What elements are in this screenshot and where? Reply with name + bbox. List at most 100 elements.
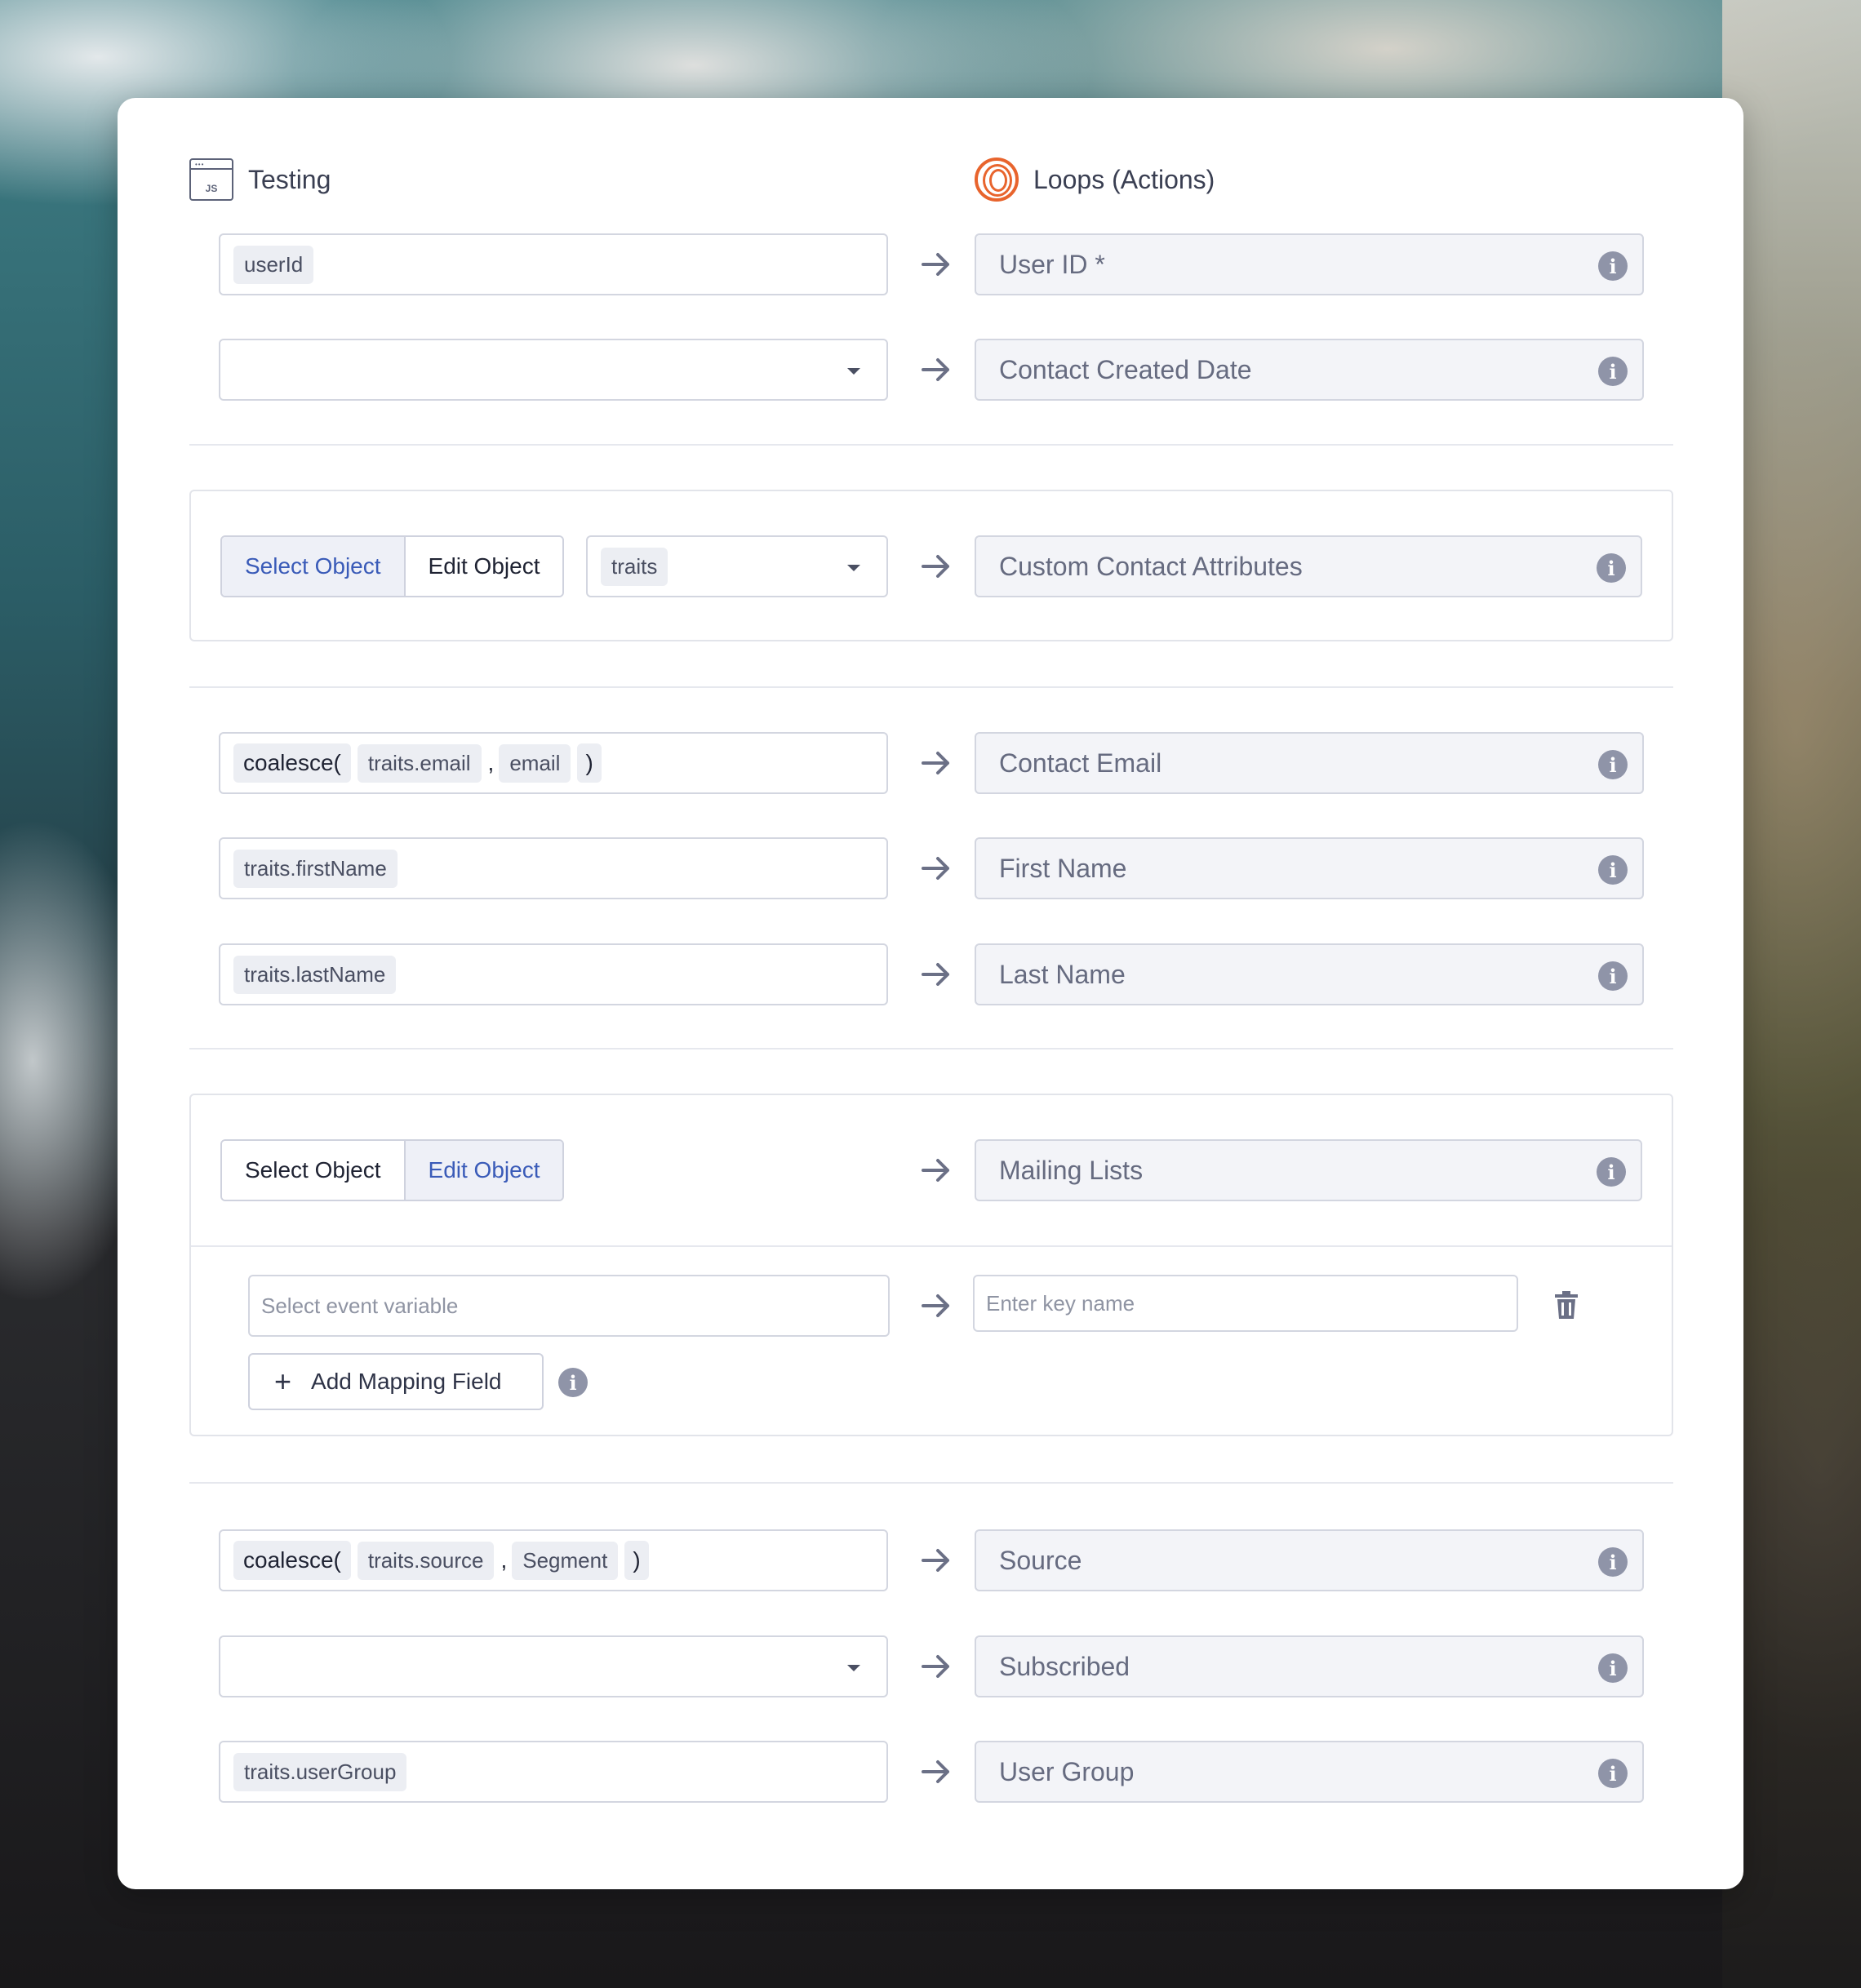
add-mapping-field-button[interactable]: + Add Mapping Field (248, 1353, 544, 1410)
target-field: Source i (975, 1529, 1644, 1591)
mapping-row-mailing-lists: Select Object Edit Object Mailing Lists … (118, 1139, 1743, 1201)
section-divider (189, 686, 1673, 688)
target-label: Source (999, 1545, 1082, 1575)
mapping-row-subscribed: Subscribed i (118, 1635, 1743, 1697)
source-field[interactable]: traits.lastName (219, 943, 888, 1005)
arrow-right-icon (916, 535, 957, 597)
target-label: Custom Contact Attributes (999, 551, 1303, 581)
function-close: ) (624, 1541, 649, 1580)
mapping-row-contact-created-date: Contact Created Date i (118, 339, 1743, 401)
arrow-right-icon (916, 1635, 957, 1697)
caret-down-icon (847, 1665, 860, 1671)
source-header: ••• JS Testing (189, 147, 331, 212)
variable-pill[interactable]: traits.lastName (233, 955, 397, 994)
variable-pill[interactable]: Segment (512, 1541, 619, 1580)
caret-down-icon (847, 565, 860, 571)
info-icon[interactable]: i (1598, 251, 1628, 281)
mapping-row-last-name: traits.lastName Last Name i (118, 943, 1743, 1005)
event-variable-input[interactable] (248, 1275, 890, 1337)
target-field: Contact Created Date i (975, 339, 1644, 401)
edit-object-tab[interactable]: Edit Object (403, 1141, 563, 1200)
variable-pill[interactable]: traits.firstName (233, 849, 398, 888)
arrow-right-icon (916, 1741, 957, 1803)
object-mode-toggle: Select Object Edit Object (220, 535, 565, 597)
function-name[interactable]: coalesce( (233, 1541, 351, 1580)
target-field: Mailing Lists i (975, 1139, 1642, 1201)
edit-object-tab[interactable]: Edit Object (403, 537, 563, 596)
caret-down-icon (847, 368, 860, 375)
mapping-row-contact-email: coalesce( traits.email , email ) Contact… (118, 732, 1743, 794)
variable-pill[interactable]: userId (233, 245, 314, 284)
mapping-card: ••• JS Testing Loops (Actions) userId Us… (118, 98, 1743, 1889)
select-object-tab[interactable]: Select Object (222, 537, 404, 596)
target-label: User Group (999, 1756, 1135, 1786)
plus-icon: + (274, 1365, 292, 1398)
source-field[interactable]: traits.userGroup (219, 1741, 888, 1803)
key-name-input[interactable] (973, 1275, 1518, 1332)
mapping-row-user-id: userId User ID * i (118, 233, 1743, 295)
source-field[interactable]: userId (219, 233, 888, 295)
target-field: Subscribed i (975, 1635, 1644, 1697)
js-file-icon: ••• JS (189, 158, 233, 201)
function-name[interactable]: coalesce( (233, 743, 351, 783)
variable-pill[interactable]: email (499, 743, 571, 783)
section-divider (189, 1482, 1673, 1484)
target-field: User ID * i (975, 233, 1644, 295)
section-divider (189, 444, 1673, 446)
target-label: Mailing Lists (999, 1155, 1144, 1185)
mapping-row-custom-attributes: Select Object Edit Object traits Custom … (118, 535, 1743, 597)
target-field: Contact Email i (975, 732, 1644, 794)
info-icon[interactable]: i (1598, 1653, 1628, 1683)
source-field[interactable]: traits.firstName (219, 837, 888, 899)
trash-icon[interactable] (1554, 1291, 1579, 1319)
info-icon[interactable]: i (1598, 750, 1628, 779)
box-divider (191, 1245, 1672, 1247)
mapping-row-source: coalesce( traits.source , Segment ) Sour… (118, 1529, 1743, 1591)
target-label: Subscribed (999, 1651, 1130, 1681)
source-dropdown[interactable] (219, 339, 888, 401)
info-icon[interactable]: i (1597, 1157, 1626, 1187)
info-icon[interactable]: i (558, 1368, 588, 1397)
target-field: Custom Contact Attributes i (975, 535, 1642, 597)
info-icon[interactable]: i (1598, 1759, 1628, 1788)
variable-pill[interactable]: traits.email (357, 743, 482, 783)
variable-pill[interactable]: traits (601, 547, 668, 586)
target-label: Contact Created Date (999, 354, 1252, 384)
function-close: ) (577, 743, 602, 783)
source-field[interactable]: coalesce( traits.email , email ) (219, 732, 888, 794)
target-field: First Name i (975, 837, 1644, 899)
target-label: Last Name (999, 959, 1126, 989)
info-icon[interactable]: i (1597, 553, 1626, 583)
add-mapping-field-label: Add Mapping Field (311, 1369, 502, 1394)
source-field[interactable]: coalesce( traits.source , Segment ) (219, 1529, 888, 1591)
arrow-right-icon (916, 943, 957, 1005)
info-icon[interactable]: i (1598, 357, 1628, 386)
mapping-row-user-group: traits.userGroup User Group i (118, 1741, 1743, 1803)
source-title: Testing (248, 164, 331, 194)
info-icon[interactable]: i (1598, 961, 1628, 991)
variable-pill[interactable]: traits.userGroup (233, 1752, 407, 1791)
arrow-right-icon (916, 1529, 957, 1591)
target-label: First Name (999, 853, 1127, 883)
variable-pill[interactable]: traits.source (357, 1541, 495, 1580)
target-field: Last Name i (975, 943, 1644, 1005)
arrow-right-icon (916, 233, 957, 295)
arrow-right-icon (916, 1139, 957, 1201)
arrow-right-icon (916, 1275, 957, 1337)
object-dropdown[interactable]: traits (586, 535, 888, 597)
target-label: Contact Email (999, 748, 1162, 778)
target-label: User ID * (999, 249, 1105, 279)
loops-logo-icon (975, 158, 1019, 202)
info-icon[interactable]: i (1598, 855, 1628, 885)
object-mode-toggle: Select Object Edit Object (220, 1139, 565, 1201)
mapping-row-first-name: traits.firstName First Name i (118, 837, 1743, 899)
info-icon[interactable]: i (1598, 1547, 1628, 1577)
arrow-right-icon (916, 339, 957, 401)
arrow-right-icon (916, 837, 957, 899)
select-object-tab[interactable]: Select Object (222, 1141, 404, 1200)
section-divider (189, 1048, 1673, 1049)
destination-header: Loops (Actions) (975, 147, 1215, 212)
arrow-right-icon (916, 732, 957, 794)
source-dropdown[interactable] (219, 1635, 888, 1697)
target-field: User Group i (975, 1741, 1644, 1803)
